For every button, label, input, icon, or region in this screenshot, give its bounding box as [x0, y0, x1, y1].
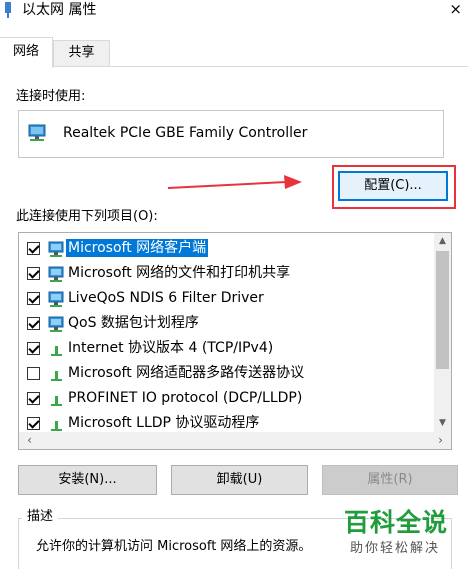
item-checkbox[interactable]	[27, 317, 40, 330]
uninstall-button[interactable]: 卸载(U)	[171, 465, 308, 495]
item-checkbox[interactable]	[27, 292, 40, 305]
window-title: 以太网 属性	[22, 2, 97, 18]
list-item[interactable]: PROFINET IO protocol (DCP/LLDP)	[19, 386, 434, 411]
scroll-down-icon[interactable]: ▼	[434, 415, 451, 432]
protocol-icon	[51, 346, 62, 356]
horizontal-scrollbar[interactable]: ‹ ›	[19, 432, 451, 449]
items-list-label: 此连接使用下列项目(O):	[16, 209, 158, 224]
adapter-name: Realtek PCIe GBE Family Controller	[63, 125, 308, 141]
item-checkbox[interactable]	[27, 417, 40, 430]
adapter-box: Realtek PCIe GBE Family Controller	[18, 110, 444, 158]
items-list[interactable]: Microsoft 网络客户端 Microsoft 网络的文件和打印机共享 Li…	[18, 232, 452, 450]
configure-button[interactable]: 配置(C)...	[338, 171, 448, 201]
list-item[interactable]: Internet 协议版本 4 (TCP/IPv4)	[19, 336, 434, 361]
scroll-left-icon[interactable]: ‹	[21, 432, 38, 449]
protocol-icon	[51, 371, 62, 381]
item-label: Microsoft 网络客户端	[66, 239, 209, 257]
properties-button: 属性(R)	[322, 465, 458, 495]
item-label: PROFINET IO protocol (DCP/LLDP)	[68, 390, 303, 406]
file-printer-sharing-icon	[48, 266, 64, 282]
vertical-scroll-thumb[interactable]	[436, 251, 449, 369]
item-label: Internet 协议版本 4 (TCP/IPv4)	[68, 340, 274, 356]
tab-sharing[interactable]: 共享	[53, 40, 110, 67]
protocol-icon	[51, 396, 62, 406]
tab-network[interactable]: 网络	[0, 37, 53, 68]
item-checkbox[interactable]	[27, 267, 40, 280]
scroll-up-icon[interactable]: ▲	[434, 233, 451, 250]
vertical-scrollbar[interactable]: ▲ ▼	[434, 233, 451, 432]
network-client-icon	[48, 241, 64, 257]
item-label: QoS 数据包计划程序	[68, 315, 199, 331]
list-item[interactable]: Microsoft 网络客户端	[19, 236, 434, 261]
item-label: LiveQoS NDIS 6 Filter Driver	[68, 290, 264, 306]
list-item[interactable]: QoS 数据包计划程序	[19, 311, 434, 336]
watermark-logo: 百科全说 助你轻松解决	[344, 508, 464, 566]
install-button[interactable]: 安装(N)...	[18, 465, 157, 495]
item-label: Microsoft 网络的文件和打印机共享	[68, 265, 291, 281]
description-title: 描述	[22, 509, 59, 525]
watermark-sub-text: 助你轻松解决	[350, 541, 441, 556]
watermark-main-text: 百科全说	[344, 508, 449, 537]
annotation-arrow-icon	[168, 175, 302, 189]
network-adapter-icon	[5, 2, 11, 18]
network-adapter-icon	[28, 124, 46, 141]
item-checkbox[interactable]	[27, 342, 40, 355]
tab-strip: 网络 共享	[0, 37, 468, 68]
close-icon[interactable]: ×	[449, 0, 462, 18]
list-item[interactable]: LiveQoS NDIS 6 Filter Driver	[19, 286, 434, 311]
connect-using-label: 连接时使用:	[16, 89, 86, 104]
list-item[interactable]: Microsoft 网络适配器多路传送器协议	[19, 361, 434, 386]
item-label: Microsoft 网络适配器多路传送器协议	[68, 365, 305, 381]
scroll-right-icon[interactable]: ›	[432, 432, 449, 449]
description-text: 允许你的计算机访问 Microsoft 网络上的资源。	[36, 539, 312, 554]
item-checkbox[interactable]	[27, 392, 40, 405]
network-service-icon	[48, 316, 64, 332]
title-bar: 以太网 属性 ×	[0, 0, 468, 24]
list-item[interactable]: Microsoft 网络的文件和打印机共享	[19, 261, 434, 286]
network-service-icon	[48, 291, 64, 307]
protocol-icon	[51, 421, 62, 431]
item-label: Microsoft LLDP 协议驱动程序	[68, 415, 260, 431]
item-checkbox[interactable]	[27, 242, 40, 255]
item-checkbox[interactable]	[27, 367, 40, 380]
